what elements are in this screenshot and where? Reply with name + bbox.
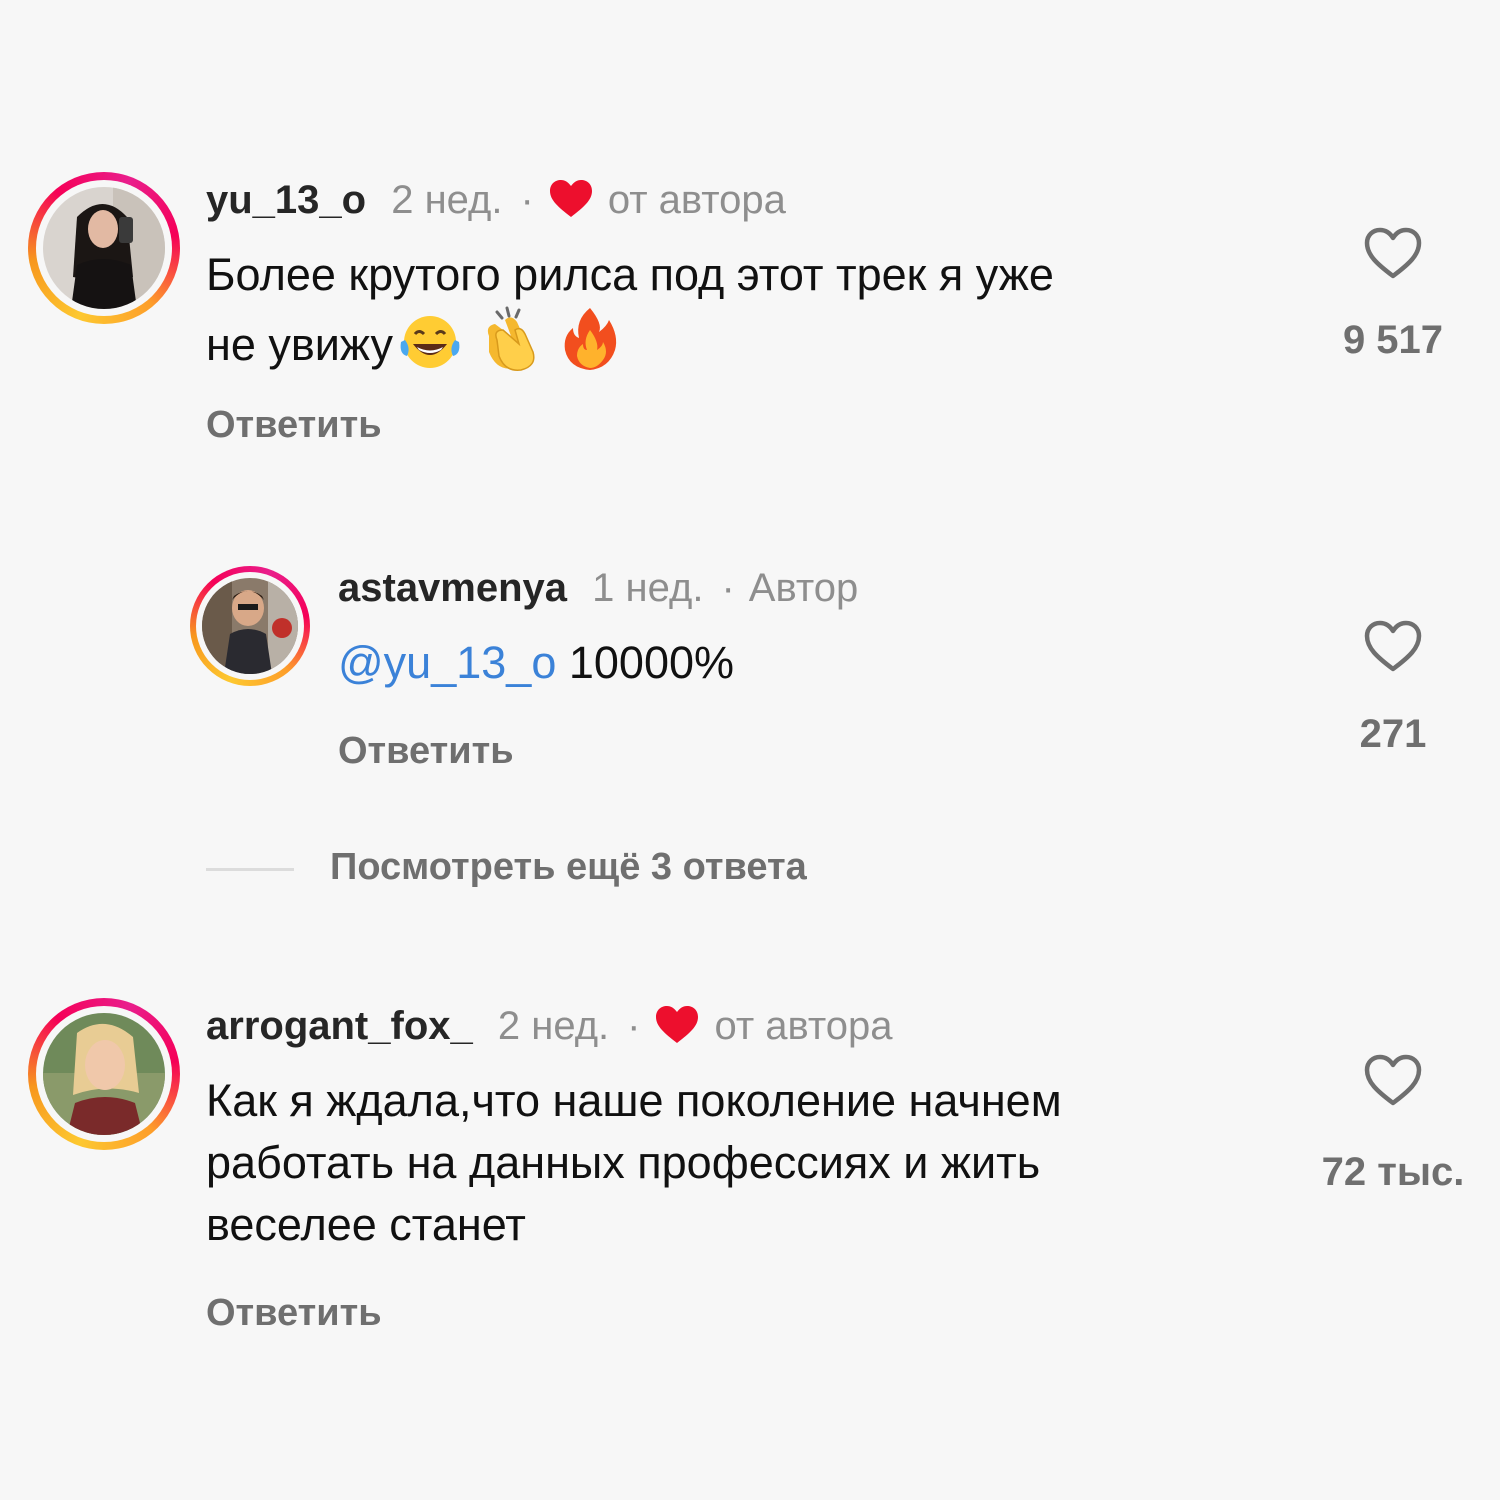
- view-more-replies-button[interactable]: Посмотреть ещё 3 ответа: [330, 846, 807, 889]
- comment-text: Как я ждала,что наше поколение начнем ра…: [206, 1075, 1062, 1250]
- separator: ·: [520, 178, 534, 222]
- username[interactable]: yu_13_o: [206, 178, 366, 222]
- clapping-hands-emoji: [487, 306, 535, 371]
- avatar[interactable]: [43, 187, 165, 309]
- separator: ·: [721, 566, 735, 610]
- heart-filled-icon: [656, 1006, 699, 1043]
- comment-time: 2 нед.: [391, 178, 503, 222]
- tears-of-joy-emoji: [400, 316, 460, 368]
- comment-text: Более крутого рилса под этот трек я уже …: [206, 249, 1054, 371]
- reply-button[interactable]: Ответить: [206, 1290, 382, 1336]
- like-count: 9 517: [1342, 318, 1444, 362]
- replies-divider: [206, 868, 294, 871]
- heart-filled-icon: [549, 180, 592, 217]
- username[interactable]: arrogant_fox_: [206, 1004, 473, 1048]
- comment-time: 1 нед.: [592, 566, 704, 610]
- story-ring[interactable]: [28, 172, 180, 324]
- separator: ·: [627, 1004, 641, 1048]
- like-heart-icon[interactable]: [1363, 1053, 1423, 1107]
- avatar[interactable]: [202, 578, 298, 674]
- comment-time: 2 нед.: [497, 1004, 610, 1048]
- liked-by-author-label: от автора: [714, 1004, 893, 1048]
- story-ring[interactable]: [190, 566, 310, 686]
- like-count: 271: [1359, 712, 1427, 756]
- avatar[interactable]: [43, 1013, 165, 1135]
- like-count: 72 тыс.: [1321, 1150, 1465, 1194]
- like-heart-icon[interactable]: [1363, 226, 1423, 280]
- reply-button[interactable]: Ответить: [206, 402, 382, 448]
- mention-link[interactable]: @yu_13_o: [338, 637, 556, 688]
- liked-by-author-label: от автора: [607, 178, 786, 222]
- like-heart-icon[interactable]: [1363, 619, 1423, 673]
- fire-emoji: [564, 308, 617, 370]
- author-badge: Автор: [748, 566, 859, 610]
- reply-button[interactable]: Ответить: [338, 728, 514, 774]
- comment-text: @yu_13_o 10000%: [338, 637, 735, 688]
- username[interactable]: astavmenya: [338, 566, 567, 610]
- story-ring[interactable]: [28, 998, 180, 1150]
